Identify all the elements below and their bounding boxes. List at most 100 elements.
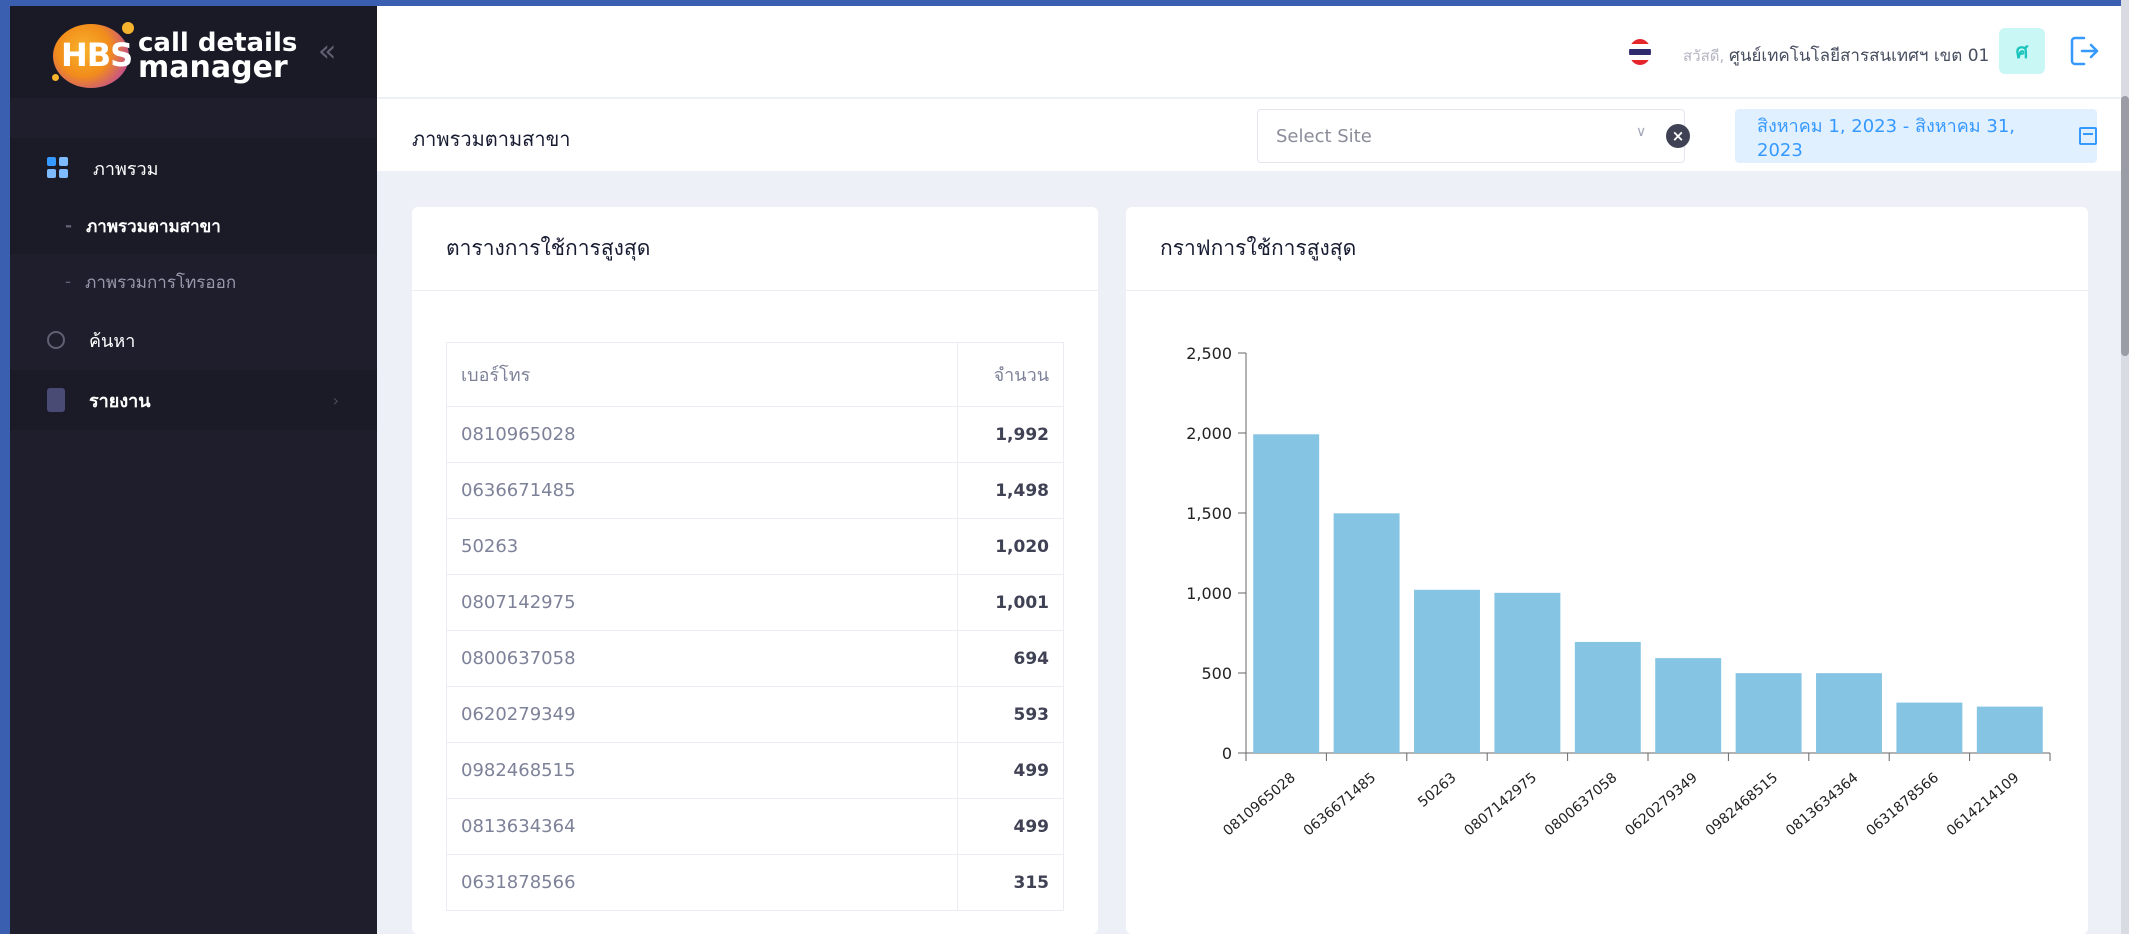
calendar-icon (2079, 127, 2097, 145)
sidebar-collapse-icon[interactable]: « (318, 34, 336, 69)
table-row: 0810965028 1,992 (446, 406, 1064, 463)
greeting-text: สวัสดี, (1683, 47, 1725, 65)
user-name: ศูนย์เทคโนโลยีสารสนเทศฯ เขต 01 (1729, 46, 1990, 66)
chart-bar (1816, 673, 1882, 753)
table-header-row: เบอร์โทร จำนวน (446, 342, 1064, 407)
count-cell: 1,498 (957, 462, 1064, 519)
bar-chart: 0 500 1,000 1,500 2,000 2,500 0810965028 063667… (1186, 344, 2051, 840)
thai-flag-icon[interactable] (1629, 39, 1651, 65)
phone-number-cell: 0982468515 (446, 742, 958, 799)
site-select-placeholder: Select Site (1276, 126, 1372, 147)
brand: HBS call details manager « (10, 6, 377, 98)
sidebar-item-overview[interactable]: ภาพรวม (10, 138, 377, 198)
y-tick-label: 2,000 (1186, 424, 1232, 443)
user-greeting[interactable]: สวัสดี, ศูนย์เทคโนโลยีสารสนเทศฯ เขต 01 (1683, 42, 1989, 69)
logo-mark: HBS (61, 36, 133, 74)
table-row: 0800637058 694 (446, 630, 1064, 687)
top-usage-table: เบอร์โทร จำนวน 0810965028 1,992 0636671485… (446, 342, 1064, 911)
x-tick-label: 0631878566 (1863, 770, 1942, 840)
y-tick-label: 1,500 (1186, 504, 1232, 523)
sidebar-item-search[interactable]: ค้นหา (10, 310, 377, 370)
sidebar-subitem-outgoing-calls[interactable]: - ภาพรวมการโทรออก (10, 254, 377, 310)
sidebar-item-reports[interactable]: รายงาน › (10, 370, 377, 430)
table-row: 0813634364 499 (446, 798, 1064, 855)
grid-icon (47, 157, 69, 179)
circle-icon (47, 331, 65, 349)
x-tick-label: 0982468515 (1703, 770, 1782, 840)
table-row: 0631878566 315 (446, 854, 1064, 911)
chevron-down-icon[interactable]: ∨ (1636, 124, 1646, 140)
count-cell: 1,992 (957, 406, 1064, 463)
count-cell: 499 (957, 798, 1064, 855)
chart-bar (1414, 589, 1480, 753)
phone-number-cell: 0620279349 (446, 686, 958, 743)
sidebar-menu: ภาพรวม - ภาพรวมตามสาขา - ภาพรวมการโทรออก… (10, 138, 377, 430)
chart-bar (1574, 641, 1641, 753)
sidebar-item-label: ภาพรวมตามสาขา (86, 216, 221, 237)
count-cell: 1,020 (957, 518, 1064, 575)
phone-number-cell: 0800637058 (446, 630, 958, 687)
window-border-left (0, 0, 10, 934)
x-tick-label: 0810965028 (1220, 770, 1299, 840)
page-title: ภาพรวมตามสาขา (412, 127, 571, 151)
avatar[interactable]: ศ (1999, 28, 2045, 74)
x-tick-label: 0620279349 (1622, 770, 1701, 840)
column-header-number[interactable]: เบอร์โทร (446, 342, 958, 407)
clear-icon[interactable]: × (1666, 124, 1690, 148)
phone-number-cell: 0631878566 (446, 854, 958, 911)
logo-dot-small (52, 74, 59, 81)
phone-number-cell: 0810965028 (446, 406, 958, 463)
brand-name-line2: manager (138, 50, 288, 85)
logout-icon[interactable] (2070, 34, 2100, 68)
sidebar-item-label: ภาพรวม (93, 158, 159, 180)
bullet-dash-icon: - (65, 272, 72, 292)
top-header: สวัสดี, ศูนย์เทคโนโลยีสารสนเทศฯ เขต 01 ศ (377, 6, 2121, 98)
sidebar-subitem-overview-by-branch[interactable]: - ภาพรวมตามสาขา (10, 198, 377, 254)
logo-dot (122, 22, 134, 34)
x-tick-label: 0636671485 (1301, 770, 1380, 840)
phone-number-cell: 50263 (446, 518, 958, 575)
count-cell: 1,001 (957, 574, 1064, 631)
x-tick-label: 0813634364 (1783, 770, 1862, 840)
y-tick-label: 0 (1222, 744, 1232, 763)
top-usage-chart-card: กราฟการใช้การสูงสุด 0 500 1,000 1,500 2,000 2… (1126, 207, 2088, 934)
sidebar-item-label: ภาพรวมการโทรออก (85, 272, 237, 293)
x-tick-label: 0807142975 (1461, 770, 1540, 840)
y-tick-label: 500 (1201, 664, 1232, 683)
count-cell: 315 (957, 854, 1064, 911)
phone-number-cell: 0807142975 (446, 574, 958, 631)
y-tick-label: 1,000 (1186, 584, 1232, 603)
table-row: 0982468515 499 (446, 742, 1064, 799)
phone-number-cell: 0636671485 (446, 462, 958, 519)
x-tick-label: 0800637058 (1542, 770, 1621, 840)
chart-bar (1976, 706, 2043, 753)
subheader: ภาพรวมตามสาขา Select Site ∨ × สิงหาคม 1,… (377, 99, 2121, 171)
chart-bar (1735, 673, 1802, 753)
date-range-text: สิงหาคม 1, 2023 - สิงหาคม 31, 2023 (1757, 116, 2016, 161)
column-header-count[interactable]: จำนวน (957, 342, 1064, 407)
chart-bar (1655, 658, 1722, 753)
table-row: 0807142975 1,001 (446, 574, 1064, 631)
count-cell: 694 (957, 630, 1064, 687)
y-tick-label: 2,500 (1186, 344, 1232, 363)
chart-bar (1896, 702, 1963, 753)
chart-bar (1253, 434, 1320, 753)
sidebar-item-label: รายงาน (89, 390, 151, 412)
table-row: 0636671485 1,498 (446, 462, 1064, 519)
top-usage-table-card: ตารางการใช้การสูงสุด เบอร์โทร จำนวน 0810… (412, 207, 1098, 934)
sidebar-item-label: ค้นหา (89, 330, 136, 352)
chart-bar (1494, 592, 1561, 753)
table-row: 0620279349 593 (446, 686, 1064, 743)
site-select[interactable]: Select Site ∨ × (1257, 109, 1690, 163)
phone-number-cell: 0813634364 (446, 798, 958, 855)
clipboard-icon (47, 388, 65, 412)
x-tick-label: 0614214109 (1944, 770, 2023, 840)
chart-bar (1333, 513, 1400, 753)
sidebar: HBS call details manager « ภาพรวม - ภาพร… (10, 6, 377, 934)
x-tick-label: 50263 (1415, 770, 1459, 811)
date-range-picker[interactable]: สิงหาคม 1, 2023 - สิงหาคม 31, 2023 (1735, 109, 2097, 163)
count-cell: 593 (957, 686, 1064, 743)
bullet-dash-icon: - (65, 216, 73, 236)
table-row: 50263 1,020 (446, 518, 1064, 575)
scrollbar-thumb[interactable] (2121, 96, 2129, 356)
